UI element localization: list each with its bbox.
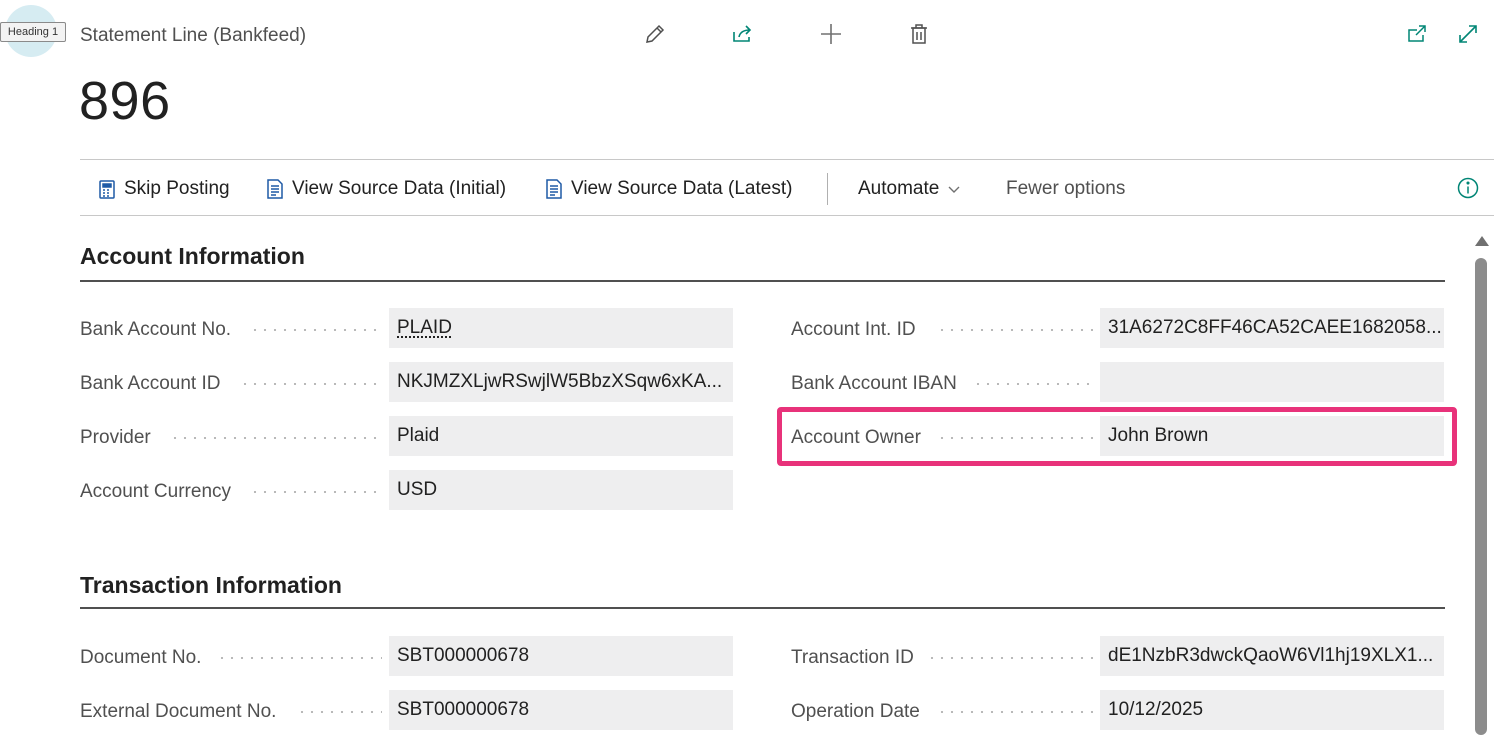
automate-label: Automate bbox=[858, 177, 940, 199]
field-account-int-id[interactable]: 31A6272C8FF46CA52CAEE1682058... bbox=[1100, 308, 1444, 348]
edit-icon[interactable] bbox=[639, 18, 671, 50]
field-bank-account-iban[interactable] bbox=[1100, 362, 1444, 402]
scroll-up-arrow-icon[interactable] bbox=[1475, 236, 1489, 246]
highlight-box bbox=[777, 407, 1457, 466]
view-source-initial-label: View Source Data (Initial) bbox=[292, 177, 507, 199]
field-label-provider: Provider bbox=[80, 427, 151, 448]
section-title-account-information[interactable]: Account Information bbox=[80, 243, 305, 270]
skip-posting-label: Skip Posting bbox=[124, 177, 230, 199]
section-divider bbox=[80, 280, 1445, 282]
info-icon[interactable] bbox=[1456, 176, 1480, 200]
field-label-bank-account-id: Bank Account ID bbox=[80, 373, 221, 394]
chevron-down-icon bbox=[947, 182, 961, 196]
leader-dots bbox=[240, 383, 382, 385]
page-caption: Statement Line (Bankfeed) bbox=[80, 25, 307, 46]
field-label-external-document-no: External Document No. bbox=[80, 701, 277, 722]
field-external-document-no[interactable]: SBT000000678 bbox=[389, 690, 733, 730]
field-label-operation-date: Operation Date bbox=[791, 701, 920, 722]
field-bank-account-id[interactable]: NKJMZXLjwRSwjlW5BbzXSqw6xKA... bbox=[389, 362, 733, 402]
leader-dots bbox=[937, 711, 1093, 713]
field-label-bank-account-iban: Bank Account IBAN bbox=[791, 373, 957, 394]
leader-dots bbox=[217, 657, 382, 659]
share-icon[interactable] bbox=[726, 18, 758, 50]
fewer-options-label: Fewer options bbox=[1006, 177, 1126, 199]
record-title: 896 bbox=[79, 71, 171, 131]
document-data-icon bbox=[264, 178, 286, 200]
expand-icon[interactable] bbox=[1452, 18, 1484, 50]
automate-menu[interactable]: Automate bbox=[858, 160, 961, 217]
field-transaction-id[interactable]: dE1NzbR3dwckQaoW6Vl1hj19XLX1... bbox=[1100, 636, 1444, 676]
view-source-data-initial-button[interactable]: View Source Data (Initial) bbox=[264, 160, 506, 217]
leader-dots bbox=[937, 329, 1093, 331]
field-document-no[interactable]: SBT000000678 bbox=[389, 636, 733, 676]
field-label-account-int-id: Account Int. ID bbox=[791, 319, 916, 340]
open-new-window-icon[interactable] bbox=[1401, 18, 1433, 50]
leader-dots bbox=[927, 657, 1093, 659]
field-label-document-no: Document No. bbox=[80, 647, 202, 668]
field-account-currency[interactable]: USD bbox=[389, 470, 733, 510]
leader-dots bbox=[250, 491, 382, 493]
fewer-options-button[interactable]: Fewer options bbox=[1006, 160, 1125, 217]
scroll-thumb[interactable] bbox=[1475, 258, 1487, 735]
document-data-icon bbox=[543, 178, 565, 200]
leader-dots bbox=[250, 329, 382, 331]
action-bar: Skip Posting View Source Data (Initial) … bbox=[80, 159, 1494, 216]
delete-icon[interactable] bbox=[903, 18, 935, 50]
calculator-icon bbox=[96, 178, 118, 200]
vertical-scrollbar[interactable] bbox=[1474, 236, 1489, 735]
action-separator bbox=[827, 173, 828, 205]
view-source-data-latest-button[interactable]: View Source Data (Latest) bbox=[543, 160, 792, 217]
field-operation-date[interactable]: 10/12/2025 bbox=[1100, 690, 1444, 730]
view-source-latest-label: View Source Data (Latest) bbox=[571, 177, 793, 199]
section-divider bbox=[80, 607, 1445, 609]
heading-level-badge: Heading 1 bbox=[0, 22, 66, 42]
skip-posting-button[interactable]: Skip Posting bbox=[96, 160, 230, 217]
field-label-account-currency: Account Currency bbox=[80, 481, 232, 502]
field-provider[interactable]: Plaid bbox=[389, 416, 733, 456]
section-title-transaction-information[interactable]: Transaction Information bbox=[80, 572, 342, 599]
leader-dots bbox=[170, 437, 382, 439]
leader-dots bbox=[973, 383, 1093, 385]
field-label-bank-account-no: Bank Account No. bbox=[80, 319, 232, 340]
field-bank-account-no[interactable]: PLAID bbox=[389, 308, 733, 348]
leader-dots bbox=[297, 711, 382, 713]
field-label-transaction-id: Transaction ID bbox=[791, 647, 914, 668]
bank-account-no-value[interactable]: PLAID bbox=[397, 317, 452, 339]
add-icon[interactable] bbox=[815, 18, 847, 50]
